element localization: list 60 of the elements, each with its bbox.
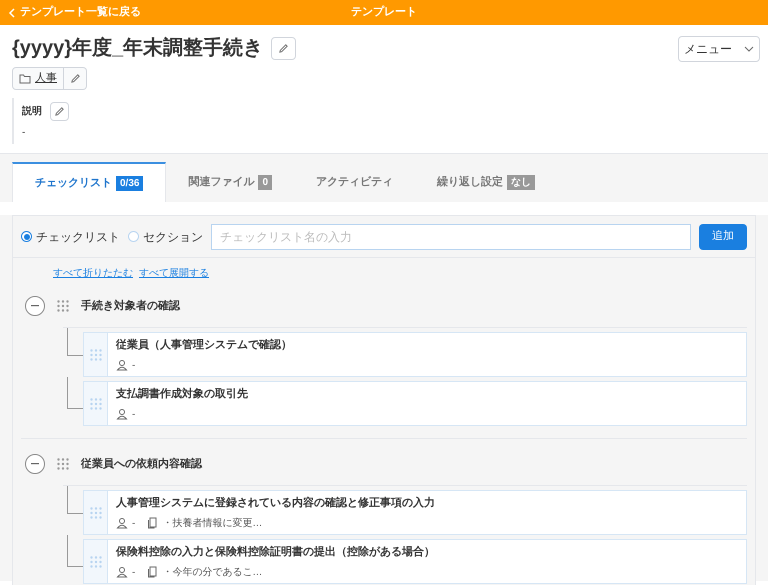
edit-folder-button[interactable] — [64, 67, 87, 90]
add-button[interactable]: 追加 — [699, 224, 747, 250]
assignee-text: - — [132, 516, 136, 530]
type-radio[interactable]: チェックリスト — [21, 228, 120, 246]
document-icon — [147, 517, 158, 529]
toggle-all-link[interactable]: すべて折りたたむ — [53, 266, 133, 281]
type-radio[interactable]: セクション — [128, 228, 203, 246]
description-text: - — [22, 126, 26, 140]
chevron-down-icon — [744, 46, 754, 52]
description-label: 説明 — [22, 104, 42, 119]
checklist-item[interactable]: 人事管理システムに登録されている内容の確認と修正事項の入力 - ・扶養者情報に変更… — [83, 490, 747, 535]
checklist-item[interactable]: 保険料控除の入力と保険料控除証明書の提出（控除がある場合） - ・今年の分であるこ… — [83, 539, 747, 584]
collapse-button[interactable] — [25, 296, 45, 316]
note-text: ・扶養者情報に変更… — [162, 516, 262, 530]
item-title: 支払調書作成対象の取引先 — [116, 386, 248, 402]
note-text: ・今年の分であるこ… — [162, 566, 262, 580]
count-badge: なし — [507, 174, 536, 190]
section-title: 手続き対象者の確認 — [81, 298, 180, 314]
item-title: 従業員（人事管理システムで確認） — [116, 338, 292, 353]
minus-icon — [31, 305, 39, 307]
person-icon — [116, 517, 128, 529]
assignee-text: - — [132, 408, 136, 422]
person-icon — [116, 408, 128, 420]
pencil-icon — [54, 106, 65, 117]
chevron-left-icon — [8, 8, 16, 18]
drag-handle-icon[interactable] — [90, 506, 102, 518]
page-title: テンプレート — [351, 4, 417, 20]
tab[interactable]: 繰り返し設定 なし — [415, 162, 558, 202]
tab[interactable]: アクティビティ — [294, 162, 416, 202]
count-badge: 0/36 — [116, 176, 144, 190]
drag-handle-icon[interactable] — [57, 300, 69, 312]
assignee-text: - — [132, 566, 136, 580]
checklist-name-input[interactable]: チェックリスト名の入力 — [211, 224, 691, 250]
template-title: {yyyy}年度_年末調整手続き — [12, 36, 264, 61]
menu-button[interactable]: メニュー — [678, 36, 760, 62]
checklist-item[interactable]: 支払調書作成対象の取引先 - — [83, 381, 747, 426]
person-icon — [116, 359, 128, 371]
folder-tag[interactable]: 人事 — [12, 67, 64, 90]
document-icon — [147, 566, 158, 578]
drag-handle-icon[interactable] — [90, 556, 102, 568]
person-icon — [116, 566, 128, 578]
drag-handle-icon[interactable] — [90, 398, 102, 410]
item-title: 人事管理システムに登録されている内容の確認と修正事項の入力 — [116, 496, 435, 511]
folder-icon — [19, 74, 31, 84]
collapse-button[interactable] — [25, 454, 45, 474]
minus-icon — [31, 463, 39, 465]
section-title: 従業員への依頼内容確認 — [81, 456, 202, 472]
count-badge: 0 — [258, 174, 272, 190]
pencil-icon — [70, 73, 80, 84]
item-title: 保険料控除の入力と保険料控除証明書の提出（控除がある場合） — [116, 544, 435, 560]
checklist-item[interactable]: 従業員（人事管理システムで確認） - — [83, 332, 747, 377]
tab[interactable]: チェックリスト 0/36 — [12, 162, 166, 202]
edit-description-button[interactable] — [50, 102, 69, 121]
edit-title-button[interactable] — [271, 36, 296, 60]
tab[interactable]: 関連ファイル 0 — [166, 162, 294, 202]
drag-handle-icon[interactable] — [90, 348, 102, 360]
pencil-icon — [278, 42, 290, 54]
assignee-text: - — [132, 358, 136, 372]
drag-handle-icon[interactable] — [57, 458, 69, 470]
toggle-all-link[interactable]: すべて展開する — [139, 266, 209, 281]
